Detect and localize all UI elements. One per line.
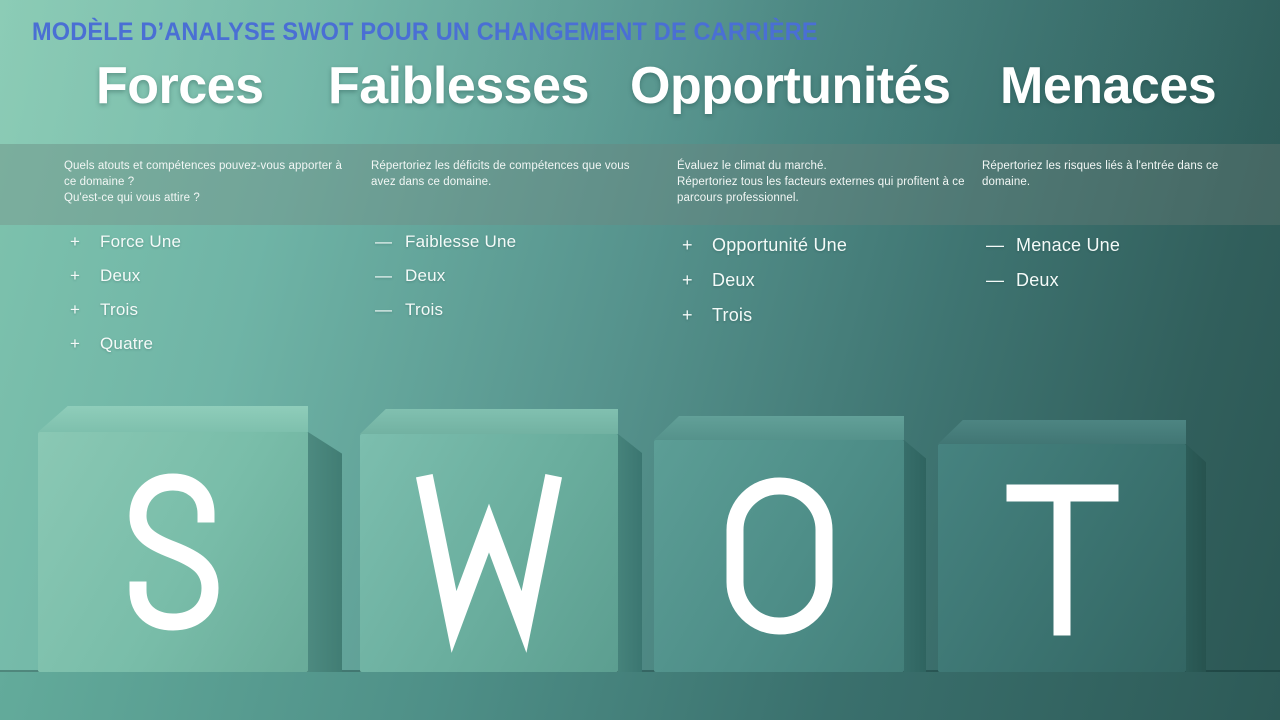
quadrant-heading-forces: Forces [96,57,264,115]
bullet-item[interactable]: — Deux [375,266,516,286]
cube-w-front-face [360,434,618,672]
plus-bullet-icon: + [70,266,80,285]
dash-bullet-icon: — [375,266,392,285]
bullet-item-label: Deux [100,266,141,285]
quadrant-description-faiblesses: Répertoriez les déficits de compétences … [371,160,630,188]
swot-slide: MODÈLE D’ANALYSE SWOT POUR UN CHANGEMENT… [0,0,1280,720]
dash-bullet-icon: — [375,300,392,319]
bullet-item[interactable]: + Deux [682,270,847,291]
cube-s [38,406,342,672]
bullet-list-menaces: — Menace Une — Deux [986,235,1120,305]
quadrant-description-forces: Quels atouts et compétences pouvez-vous … [64,160,342,204]
bullet-item[interactable]: + Trois [682,305,847,326]
cube-s-top-face [38,406,308,432]
plus-bullet-icon: + [70,334,80,353]
bullet-item-label: Quatre [100,334,154,353]
quadrant-headings: Forces Faiblesses Opportunités Menaces [0,56,1280,132]
bullet-list-forces: + Force Une + Deux + Trois + Quatre [70,232,181,368]
cube-w [360,409,642,672]
bullet-item[interactable]: + Opportunité Une [682,235,847,256]
bullet-item-label: Trois [100,300,139,319]
cube-s-side-face [308,432,342,672]
plus-bullet-icon: + [682,235,693,255]
dash-bullet-icon: — [375,232,392,251]
bullet-item[interactable]: — Menace Une [986,235,1120,256]
description-band: Quels atouts et compétences pouvez-vous … [0,144,1280,225]
cube-o [654,416,926,672]
bullet-list-faiblesses: — Faiblesse Une — Deux — Trois [375,232,516,334]
bullet-item-label: Trois [712,305,753,325]
bullet-item[interactable]: + Trois [70,300,181,320]
cube-o-side-face [904,440,926,672]
bullet-item-label: Opportunité Une [712,235,848,255]
bullet-item-label: Deux [405,266,446,285]
bullet-item[interactable]: + Deux [70,266,181,286]
bullet-item-label: Faiblesse Une [405,232,517,251]
bullet-item-label: Force Une [100,232,182,251]
bullet-item[interactable]: + Quatre [70,334,181,354]
quadrant-heading-opportunites: Opportunités [630,57,951,115]
cube-w-side-face [618,434,642,672]
cube-s-letter [38,432,308,672]
cube-o-letter [654,440,904,672]
cube-w-letter [360,434,618,672]
bullet-item-label: Deux [1016,270,1059,290]
bullet-item[interactable]: — Deux [986,270,1120,291]
quadrant-description-opportunites: Évaluez le climat du marché. Répertoriez… [677,160,965,204]
cube-t-side-face [1186,444,1206,672]
quadrant-heading-menaces: Menaces [1000,57,1217,115]
cube-t-front-face [938,444,1186,672]
quadrant-heading-faiblesses: Faiblesses [328,57,589,115]
bullet-item[interactable]: + Force Une [70,232,181,252]
dash-bullet-icon: — [986,270,1004,290]
plus-bullet-icon: + [70,232,80,251]
cube-t [938,420,1206,672]
cube-t-top-face [938,420,1186,444]
reflective-floor [0,672,1280,720]
page-title: MODÈLE D’ANALYSE SWOT POUR UN CHANGEMENT… [32,18,818,46]
dash-bullet-icon: — [986,235,1004,255]
cube-o-front-face [654,440,904,672]
bullet-item[interactable]: — Trois [375,300,516,320]
bullet-item[interactable]: — Faiblesse Une [375,232,516,252]
bullet-list-opportunites: + Opportunité Une + Deux + Trois [682,235,847,340]
cube-t-letter [938,444,1186,672]
plus-bullet-icon: + [70,300,80,319]
bullet-item-label: Menace Une [1016,235,1121,255]
bullet-item-label: Trois [405,300,444,319]
cube-s-front-face [38,432,308,672]
cube-w-top-face [360,409,618,434]
floor-horizon-line [0,670,1280,672]
plus-bullet-icon: + [682,270,693,290]
cube-o-top-face [654,416,904,440]
bullet-item-label: Deux [712,270,755,290]
plus-bullet-icon: + [682,305,693,325]
quadrant-description-menaces: Répertoriez les risques liés à l'entrée … [982,160,1219,188]
